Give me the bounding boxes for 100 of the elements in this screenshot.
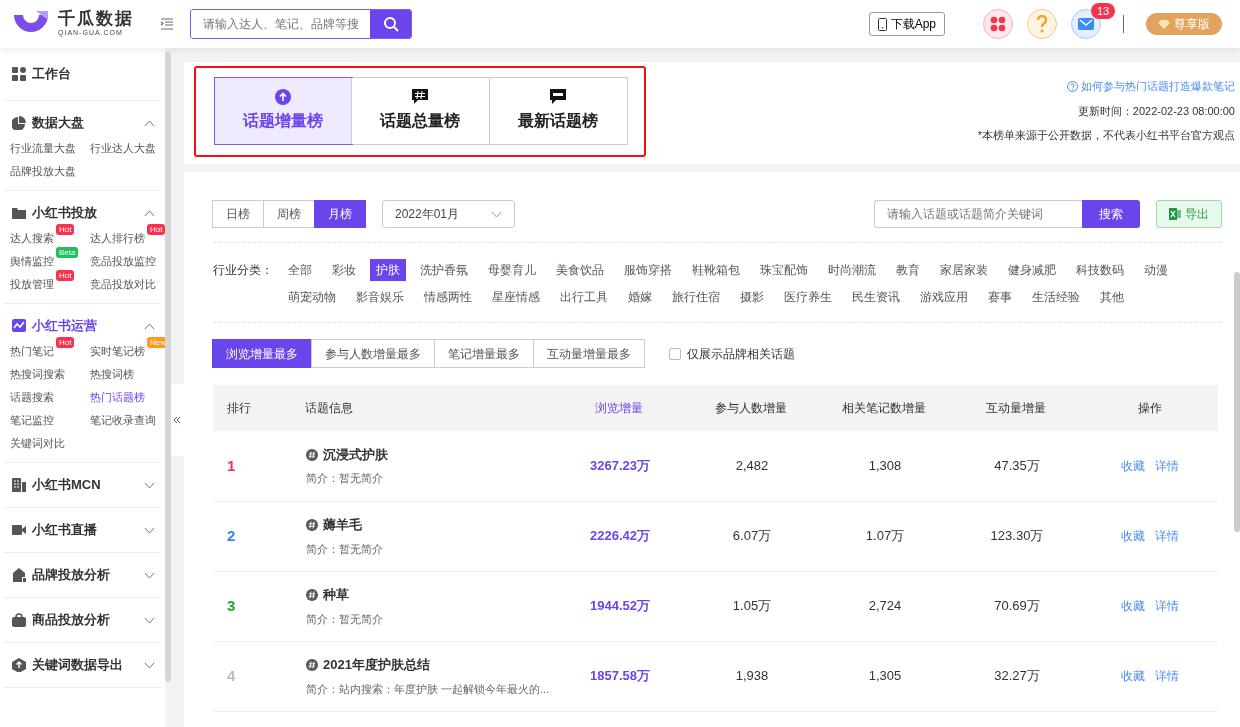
scrollbar[interactable] xyxy=(165,52,171,682)
category-tag[interactable]: 赛事 xyxy=(982,286,1018,308)
chevron-down-icon[interactable] xyxy=(144,661,156,669)
category-tag[interactable]: 家居家装 xyxy=(934,259,994,281)
period-tab[interactable]: 月榜 xyxy=(314,200,366,228)
category-tag[interactable]: 婚嫁 xyxy=(622,286,658,308)
board-tab[interactable]: 话题增量榜 xyxy=(215,78,353,144)
sidebar-section[interactable]: 小红书投放 xyxy=(32,203,97,223)
action-link[interactable]: 详情 xyxy=(1155,669,1180,683)
sidebar-link[interactable]: 竞品投放监控 xyxy=(90,255,156,267)
sidebar-link[interactable]: 实时笔记榜 xyxy=(90,345,145,357)
sidebar-link[interactable]: 笔记收录查询 xyxy=(90,414,156,426)
sidebar-link[interactable]: 达人排行榜 xyxy=(90,232,145,244)
topic-title[interactable]: 薅羊毛 xyxy=(323,515,362,535)
chevron-down-icon[interactable] xyxy=(144,526,156,534)
sidebar-link[interactable]: 热门话题榜 xyxy=(90,391,145,403)
chevron-down-icon[interactable] xyxy=(144,481,156,489)
sidebar-link[interactable]: 舆情监控 xyxy=(10,255,54,267)
column-header[interactable]: 浏览增量 xyxy=(555,385,685,431)
chevron-up-icon[interactable] xyxy=(144,322,156,330)
category-tag[interactable]: 动漫 xyxy=(1138,259,1174,281)
category-tag[interactable]: 美食饮品 xyxy=(550,259,610,281)
scrollbar[interactable] xyxy=(1234,272,1240,532)
month-select[interactable]: 2022年01月 xyxy=(382,200,515,228)
sidebar-link[interactable]: 品牌投放大盘 xyxy=(10,165,76,177)
action-link[interactable]: 收藏 xyxy=(1121,529,1146,543)
category-tag[interactable]: 摄影 xyxy=(734,286,770,308)
category-tag[interactable]: 医疗养生 xyxy=(778,286,838,308)
sidebar-section[interactable]: 小红书MCN xyxy=(32,475,101,495)
category-tag[interactable]: 旅行住宿 xyxy=(666,286,726,308)
sidebar-link[interactable]: 达人搜索 xyxy=(10,232,54,244)
action-link[interactable]: 收藏 xyxy=(1121,458,1146,473)
action-link[interactable]: 收藏 xyxy=(1121,669,1146,683)
action-link[interactable]: 收藏 xyxy=(1121,599,1146,613)
sidebar-link[interactable]: 热搜词榜 xyxy=(90,368,134,380)
action-link[interactable]: 详情 xyxy=(1155,458,1180,473)
topic-search-field[interactable]: 请输入话题或话题简介关键词 xyxy=(874,200,1082,228)
help-button[interactable] xyxy=(1027,9,1057,39)
sort-tab[interactable]: 参与人数增量最多 xyxy=(311,339,435,368)
help-link[interactable]: 如何参与热门话题打造爆款笔记 xyxy=(1067,78,1235,95)
category-tag[interactable]: 全部 xyxy=(282,259,318,281)
category-tag[interactable]: 星座情感 xyxy=(486,286,546,308)
column-header[interactable]: 互动量增量 xyxy=(951,385,1083,431)
column-header[interactable]: 参与人数增量 xyxy=(685,385,819,431)
sidebar-section[interactable]: 小红书直播 xyxy=(32,520,97,540)
action-link[interactable]: 详情 xyxy=(1155,529,1180,543)
column-header[interactable]: 相关笔记数增量 xyxy=(819,385,951,431)
sidebar-link[interactable]: 行业达人大盘 xyxy=(90,142,156,154)
topic-title[interactable]: 2021年度护肤总结 xyxy=(323,655,430,675)
menu-icon[interactable] xyxy=(160,18,174,30)
sort-tab[interactable]: 互动量增量最多 xyxy=(533,339,645,368)
chevron-down-icon[interactable] xyxy=(144,571,156,579)
brand-filter-checkbox[interactable]: 仅展示品牌相关话题 xyxy=(669,344,795,363)
category-tag[interactable]: 科技数码 xyxy=(1070,259,1130,281)
sidebar-section[interactable]: 商品投放分析 xyxy=(32,610,110,630)
category-tag[interactable]: 生活经验 xyxy=(1026,286,1086,308)
apps-button[interactable] xyxy=(983,9,1013,39)
sidebar-section[interactable]: 品牌投放分析 xyxy=(32,565,110,585)
category-tag[interactable]: 其他 xyxy=(1094,286,1130,308)
sidebar-link[interactable]: 竞品投放对比 xyxy=(90,278,156,290)
chevron-up-icon[interactable] xyxy=(144,119,156,127)
category-tag[interactable]: 影音娱乐 xyxy=(350,286,410,308)
sort-tab[interactable]: 笔记增量最多 xyxy=(434,339,534,368)
search-button[interactable]: 搜索 xyxy=(1082,200,1140,228)
column-header[interactable]: 话题信息 xyxy=(305,385,555,431)
topic-title[interactable]: 沉浸式护肤 xyxy=(323,444,388,465)
chevron-down-icon[interactable] xyxy=(144,616,156,624)
column-header[interactable]: 操作 xyxy=(1083,385,1218,431)
sidebar-link[interactable]: 投放管理 xyxy=(10,278,54,290)
category-tag[interactable]: 彩妆 xyxy=(326,259,362,281)
column-header[interactable]: 排行 xyxy=(213,385,305,431)
sort-tab[interactable]: 浏览增量最多 xyxy=(212,339,312,368)
sidebar-section[interactable]: 工作台 xyxy=(32,64,71,84)
sidebar-link[interactable]: 笔记监控 xyxy=(10,414,54,426)
category-tag[interactable]: 萌宠动物 xyxy=(282,286,342,308)
topic-title[interactable]: 种草 xyxy=(323,585,349,605)
category-tag[interactable]: 服饰穿搭 xyxy=(618,259,678,281)
chevron-up-icon[interactable] xyxy=(144,209,156,217)
sidebar-section[interactable]: 小红书运营 xyxy=(32,316,97,336)
board-tab[interactable]: 话题总量榜 xyxy=(352,78,490,144)
category-tag[interactable]: 游戏应用 xyxy=(914,286,974,308)
category-tag[interactable]: 护肤 xyxy=(370,259,406,281)
category-tag[interactable]: 鞋靴箱包 xyxy=(686,259,746,281)
period-tab[interactable]: 日榜 xyxy=(212,200,264,228)
category-tag[interactable]: 出行工具 xyxy=(554,286,614,308)
category-tag[interactable]: 母婴育儿 xyxy=(482,259,542,281)
category-tag[interactable]: 洗护香氛 xyxy=(414,259,474,281)
sidebar-link[interactable]: 关键词对比 xyxy=(10,437,65,449)
sidebar-section[interactable]: 关键词数据导出 xyxy=(32,655,123,675)
sidebar-section[interactable]: 数据大盘 xyxy=(32,113,84,133)
category-tag[interactable]: 情感两性 xyxy=(418,286,478,308)
category-tag[interactable]: 民生资讯 xyxy=(846,286,906,308)
period-tab[interactable]: 周榜 xyxy=(263,200,315,228)
sidebar-link[interactable]: 热搜词搜索 xyxy=(10,368,65,380)
category-tag[interactable]: 珠宝配饰 xyxy=(754,259,814,281)
search-button[interactable] xyxy=(370,10,411,38)
category-tag[interactable]: 时尚潮流 xyxy=(822,259,882,281)
sidebar-link[interactable]: 热门笔记 xyxy=(10,345,54,357)
category-tag[interactable]: 教育 xyxy=(890,259,926,281)
sidebar-link[interactable]: 话题搜索 xyxy=(10,391,54,403)
